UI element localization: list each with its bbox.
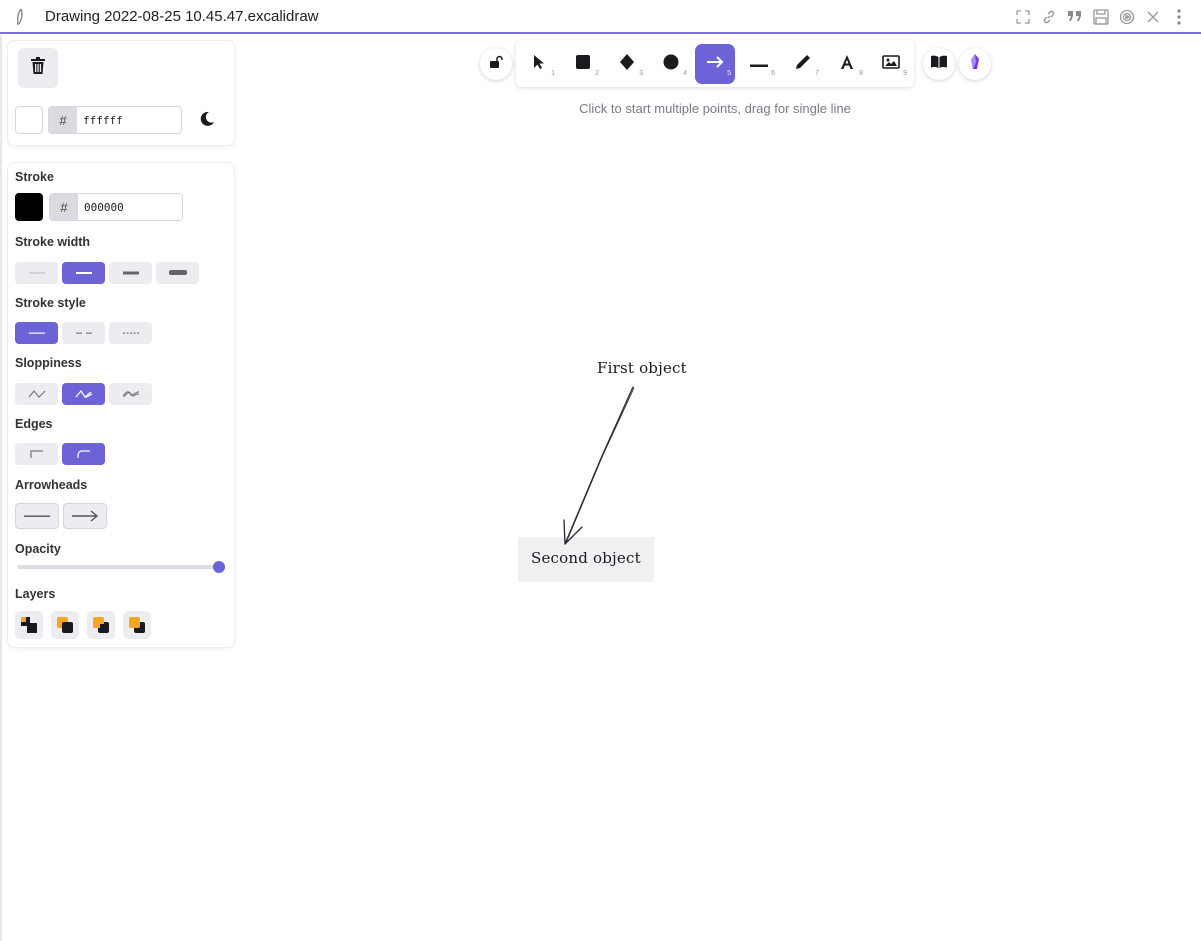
canvas-arrow-layer [563, 386, 635, 545]
connector-arrow[interactable] [563, 386, 635, 545]
